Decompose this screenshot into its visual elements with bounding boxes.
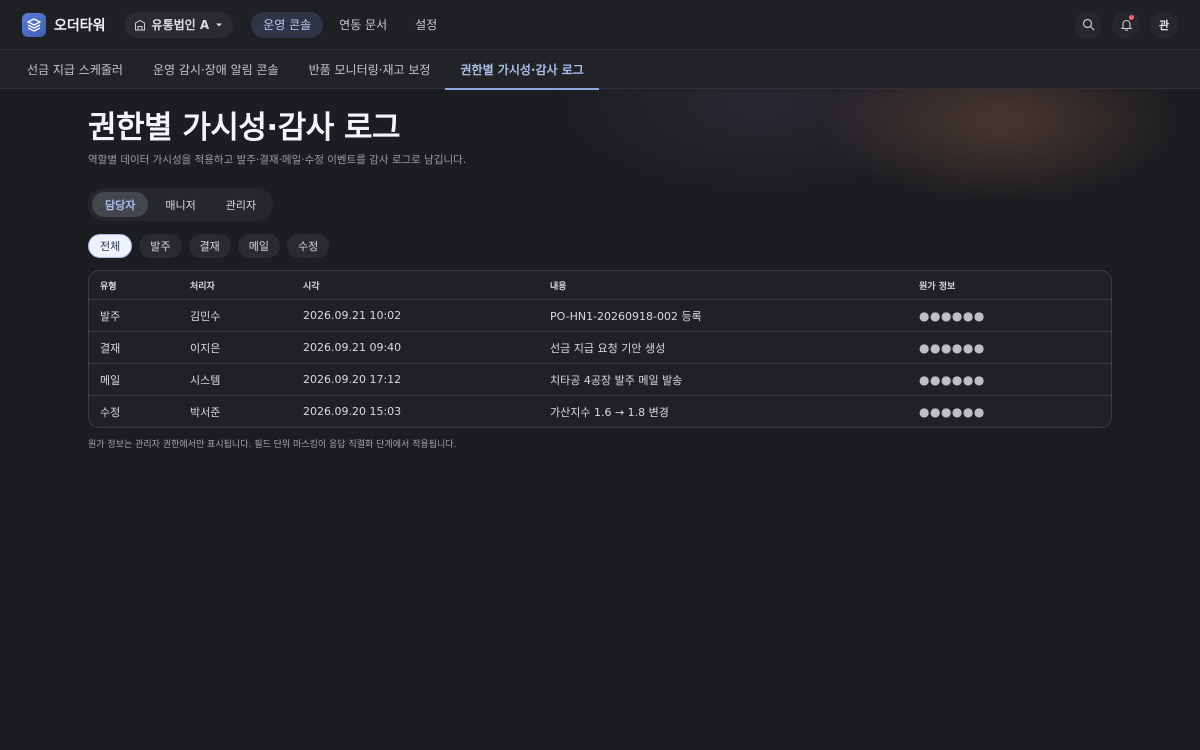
table-header-row: 유형 처리자 시각 내용 원가 정보: [89, 271, 1111, 299]
column-header-cost-info: 원가 정보: [919, 281, 956, 292]
main-nav: 운영 콘솔 연동 문서 설정: [251, 11, 449, 38]
filter-chip-edit[interactable]: 수정: [287, 234, 330, 258]
role-switcher: 담당자 매니저 관리자: [88, 188, 274, 221]
cell-type: 수정: [100, 405, 121, 419]
cell-content: 치타공 4공장 발주 메일 발송: [550, 373, 683, 387]
cell-content: 선금 지급 요청 기안 생성: [550, 341, 666, 355]
masking-note: 원가 정보는 관리자 권한에서만 표시됩니다. 필드 단위 마스킹이 응답 직렬…: [88, 440, 457, 450]
table-row[interactable]: 발주 김민수 2026.09.21 10:02 PO-HN1-20260918-…: [89, 299, 1111, 331]
subtab-operations-monitoring[interactable]: 운영 감시·장애 알림 콘솔: [138, 50, 294, 89]
user-avatar[interactable]: 관: [1150, 10, 1178, 39]
table-row[interactable]: 메일 시스템 2026.09.20 17:12 치타공 4공장 발주 메일 발송…: [89, 363, 1111, 395]
cell-time: 2026.09.21 09:40: [303, 341, 402, 354]
cell-cost-masked: ●●●●●●: [919, 340, 985, 355]
nav-integration-docs[interactable]: 연동 문서: [327, 12, 399, 38]
filter-chip-order[interactable]: 발주: [139, 234, 182, 258]
brand-name: 오더타워: [54, 17, 106, 34]
filter-chip-mail[interactable]: 메일: [237, 234, 280, 258]
column-header-actor: 처리자: [190, 281, 215, 292]
table-row[interactable]: 수정 박서준 2026.09.20 15:03 가산지수 1.6 → 1.8 변…: [89, 395, 1111, 427]
search-icon: [1082, 18, 1094, 31]
layers-logo-icon[interactable]: [22, 12, 46, 37]
sub-nav: 선금 지급 스케줄러 운영 감시·장애 알림 콘솔 반품 모니터링·재고 보정 …: [0, 50, 1200, 90]
cell-content: 가산지수 1.6 → 1.8 변경: [550, 405, 669, 419]
page-subtitle: 역할별 데이터 가시성을 적용하고 발주·결재·메일·수정 이벤트를 감사 로그…: [88, 154, 467, 166]
cell-content: PO-HN1-20260918-002 등록: [550, 309, 702, 323]
cell-actor: 김민수: [190, 309, 221, 323]
cell-actor: 시스템: [190, 373, 221, 387]
subtab-visibility-audit-log[interactable]: 권한별 가시성·감사 로그: [445, 50, 600, 90]
notification-dot: [1129, 14, 1134, 20]
column-header-time: 시각: [303, 281, 320, 292]
column-header-type: 유형: [100, 281, 117, 292]
cell-time: 2026.09.20 15:03: [303, 405, 402, 418]
audit-log-table: 유형 처리자 시각 내용 원가 정보 발주 김민수 2026.09.21 10:…: [88, 270, 1112, 428]
cell-type: 결재: [100, 341, 121, 355]
bell-icon: [1120, 19, 1132, 31]
column-header-content: 내용: [550, 281, 567, 292]
search-button[interactable]: [1074, 10, 1102, 39]
role-tab-manager[interactable]: 매니저: [152, 192, 208, 217]
nav-settings[interactable]: 설정: [403, 12, 449, 38]
role-tab-admin[interactable]: 관리자: [213, 192, 269, 217]
main-content: 권한별 가시성·감사 로그 역할별 데이터 가시성을 적용하고 발주·결재·메일…: [88, 106, 1112, 450]
nav-operations-console[interactable]: 운영 콘솔: [251, 11, 324, 38]
filter-chip-approval[interactable]: 결재: [188, 234, 231, 258]
cell-time: 2026.09.20 17:12: [303, 373, 402, 386]
filter-chip-all[interactable]: 전체: [88, 234, 133, 258]
cell-time: 2026.09.21 10:02: [303, 309, 402, 322]
org-selector[interactable]: 유통법인 A: [123, 11, 234, 38]
org-name: 유통법인 A: [151, 18, 210, 32]
cell-cost-masked: ●●●●●●: [919, 308, 985, 323]
cell-actor: 이지은: [190, 341, 221, 355]
top-bar: 오더타워 유통법인 A 운영 콘솔 연동 문서 설정 관: [0, 0, 1200, 50]
building-icon: [134, 19, 145, 30]
top-right-actions: 관: [1074, 10, 1178, 39]
cell-cost-masked: ●●●●●●: [919, 404, 985, 419]
page-title: 권한별 가시성·감사 로그: [88, 110, 401, 146]
cell-type: 메일: [100, 373, 121, 387]
cell-cost-masked: ●●●●●●: [919, 372, 985, 387]
cell-actor: 박서준: [190, 405, 221, 419]
event-filters: 전체 발주 결재 메일 수정: [88, 234, 1112, 258]
subtab-returns-monitoring[interactable]: 반품 모니터링·재고 보정: [294, 50, 446, 89]
role-tab-staff[interactable]: 담당자: [92, 192, 149, 217]
notifications-button[interactable]: [1112, 10, 1140, 39]
subtab-advance-payment-scheduler[interactable]: 선금 지급 스케줄러: [12, 50, 138, 89]
cell-type: 발주: [100, 309, 121, 323]
chevron-down-icon: [216, 23, 223, 26]
table-row[interactable]: 결재 이지은 2026.09.21 09:40 선금 지급 요청 기안 생성 ●…: [89, 331, 1111, 363]
